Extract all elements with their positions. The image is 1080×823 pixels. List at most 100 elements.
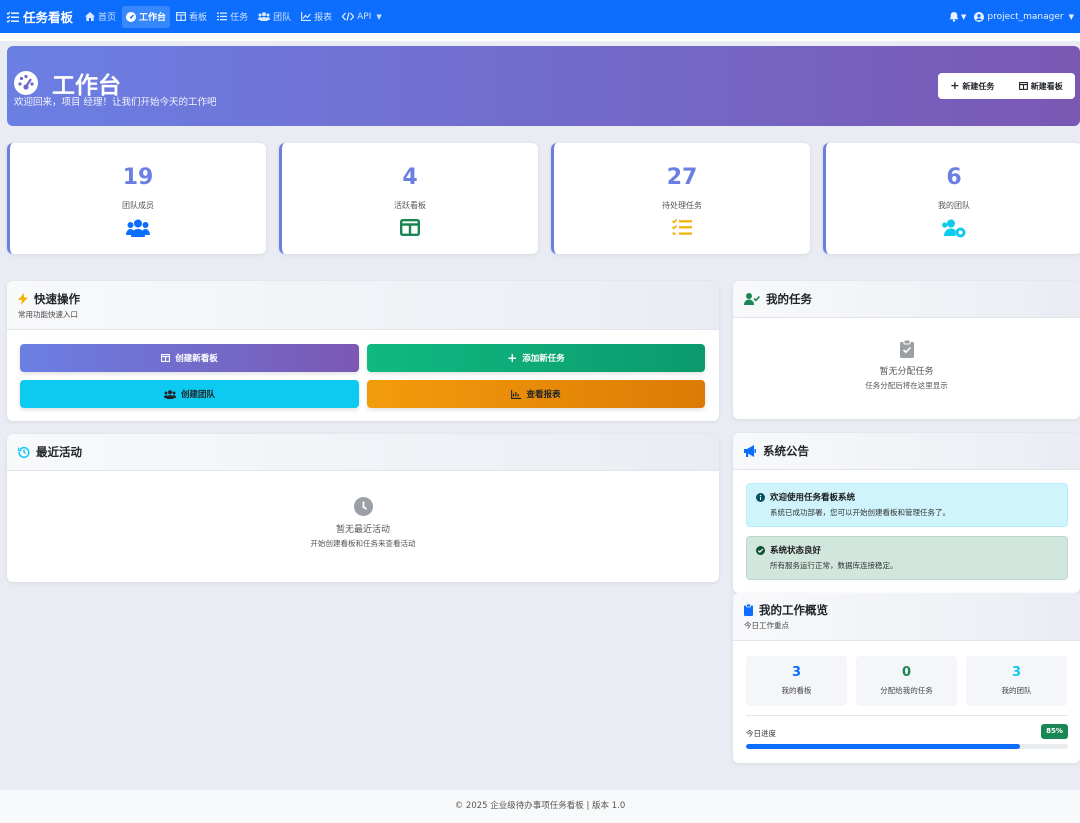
divider: [746, 715, 1068, 716]
user-menu[interactable]: project_manager ▼: [974, 11, 1074, 22]
chevron-down-icon: ▼: [1068, 12, 1074, 21]
hero-button-group: + 新建任务 新建看板: [938, 73, 1075, 99]
list-check-icon: [6, 11, 19, 23]
progress-badge: 85%: [1041, 724, 1068, 739]
empty-title: 暂无分配任务: [879, 367, 934, 377]
board-icon: [400, 219, 420, 236]
dashboard-gauge-icon: [14, 71, 38, 95]
announcement-info: 欢迎使用任务看板系统 系统已成功部署，您可以开始创建看板和管理任务了。: [746, 483, 1068, 527]
brand-logo[interactable]: 任务看板: [6, 7, 73, 26]
code-icon: [342, 12, 355, 21]
empty-state: 暂无分配任务 任务分配后将在这里显示: [733, 340, 1080, 391]
recent-activity-card: 最近活动 暂无最近活动 开始创建看板和任务来查看活动: [7, 434, 719, 582]
users-icon: [126, 219, 150, 237]
chart-line-icon: [511, 389, 522, 399]
users-icon: [163, 389, 176, 399]
nav-item-workbench[interactable]: 工作台: [122, 5, 171, 28]
view-reports-button[interactable]: 查看报表: [367, 380, 705, 408]
history-icon: [18, 446, 30, 458]
navbar-spacer: [0, 33, 1080, 41]
clipboard-icon: [744, 604, 753, 616]
home-icon: [85, 12, 96, 21]
empty-state: 暂无最近活动 开始创建看板和任务来查看活动: [7, 497, 719, 549]
username: project_manager: [987, 11, 1064, 22]
chevron-down-icon: ▼: [961, 12, 967, 21]
nav-item-tasks[interactable]: 任务: [213, 6, 252, 28]
stat-label: 团队成员: [122, 201, 154, 210]
stat-label: 活跃看板: [394, 201, 426, 210]
stat-card-team-members: 19 团队成员: [7, 143, 266, 254]
progress-label: 今日进度: [746, 729, 776, 738]
my-tasks-card: 我的任务 暂无分配任务 任务分配后将在这里显示: [733, 281, 1080, 419]
system-announcements-card: 系统公告 欢迎使用任务看板系统 系统已成功部署，您可以开始创建看板和管理任务了。…: [733, 433, 1080, 593]
user-check-icon: [744, 293, 760, 305]
create-board-button[interactable]: 创建新看板: [20, 344, 359, 372]
tasks-icon: [672, 219, 692, 236]
card-title: 我的任务: [766, 292, 812, 306]
nav-item-reports[interactable]: 报表: [297, 6, 336, 28]
dashboard-gauge-icon: [126, 11, 137, 22]
card-title: 我的工作概览: [759, 603, 828, 617]
stat-value: 6: [946, 165, 962, 190]
card-subtitle: 今日工作重点: [744, 621, 789, 630]
announcement-body: 系统已成功部署，您可以开始创建看板和管理任务了。: [770, 508, 950, 517]
overview-my-boards: 3 我的看板: [746, 656, 847, 706]
chart-line-icon: [301, 12, 312, 21]
plus-icon: +: [507, 351, 518, 365]
welcome-message: 欢迎回来，项目 经理！让我们开始今天的工作吧: [14, 97, 217, 108]
stat-label: 待处理任务: [662, 201, 702, 210]
create-team-button[interactable]: 创建团队: [20, 380, 359, 408]
card-title: 系统公告: [763, 444, 809, 458]
empty-subtitle: 任务分配后将在这里显示: [865, 381, 948, 390]
tasks-icon: [217, 12, 228, 21]
users-icon: [258, 12, 271, 21]
board-icon: [161, 354, 171, 362]
announcement-title: 欢迎使用任务看板系统: [770, 493, 856, 503]
bell-icon: [949, 11, 959, 22]
stat-card-pending-tasks: 27 待处理任务: [551, 143, 810, 254]
progress-bar-fill: [746, 744, 1020, 749]
nav-item-boards[interactable]: 看板: [172, 6, 211, 28]
announcement-body: 所有服务运行正常，数据库连接稳定。: [770, 561, 898, 570]
empty-subtitle: 开始创建看板和任务来查看活动: [310, 539, 416, 548]
announcement-success: 系统状态良好 所有服务运行正常，数据库连接稳定。: [746, 536, 1068, 580]
new-board-button[interactable]: 新建看板: [1018, 81, 1063, 92]
nav-item-api[interactable]: API ▼: [338, 6, 386, 28]
stat-value: 27: [666, 165, 698, 190]
chevron-down-icon: ▼: [376, 12, 382, 21]
lightning-icon: [18, 292, 28, 305]
stat-label: 我的团队: [938, 201, 970, 210]
stat-card-active-boards: 4 活跃看板: [279, 143, 538, 254]
stat-value: 4: [402, 165, 418, 190]
footer: © 2025 企业级待办事项任务看板 | 版本 1.0: [0, 790, 1080, 823]
new-task-button[interactable]: + 新建任务: [950, 79, 994, 92]
megaphone-icon: [744, 445, 757, 457]
notifications-dropdown[interactable]: ▼: [949, 11, 967, 22]
nav-item-home[interactable]: 首页: [81, 6, 120, 28]
welcome-banner: 工作台 欢迎回来，项目 经理！让我们开始今天的工作吧 + 新建任务 新建看板: [7, 46, 1080, 126]
add-task-button[interactable]: + 添加新任务: [367, 344, 705, 372]
brand-name: 任务看板: [23, 10, 74, 25]
user-circle-icon: [974, 11, 985, 22]
board-icon: [1018, 82, 1028, 90]
top-navbar: 任务看板 首页 工作台 看板 任务 团队 报表 API ▼ ▼ project_…: [0, 0, 1080, 33]
clipboard-check-icon: [733, 340, 1080, 358]
progress-bar: [746, 744, 1068, 749]
work-overview-card: 我的工作概览 今日工作重点 3 我的看板 0 分配给我的任务 3 我的团队 今日…: [733, 593, 1080, 763]
card-subtitle: 常用功能快速入口: [18, 309, 78, 319]
info-circle-icon: [756, 492, 765, 502]
overview-assigned-tasks: 0 分配给我的任务: [856, 656, 957, 706]
quick-actions-card: 快速操作 常用功能快速入口 创建新看板 + 添加新任务 创建团队 查看报表: [7, 281, 719, 421]
plus-icon: +: [950, 79, 960, 92]
stat-value: 19: [122, 165, 154, 190]
nav-item-teams[interactable]: 团队: [254, 6, 295, 28]
empty-title: 暂无最近活动: [335, 525, 390, 535]
check-circle-icon: [756, 545, 765, 555]
team-gear-icon: [942, 219, 966, 238]
card-title: 快速操作: [34, 291, 80, 306]
overview-my-teams: 3 我的团队: [966, 656, 1067, 706]
board-icon: [176, 12, 186, 21]
clock-icon: [7, 497, 719, 516]
card-title: 最近活动: [36, 445, 82, 459]
announcement-title: 系统状态良好: [770, 546, 822, 556]
